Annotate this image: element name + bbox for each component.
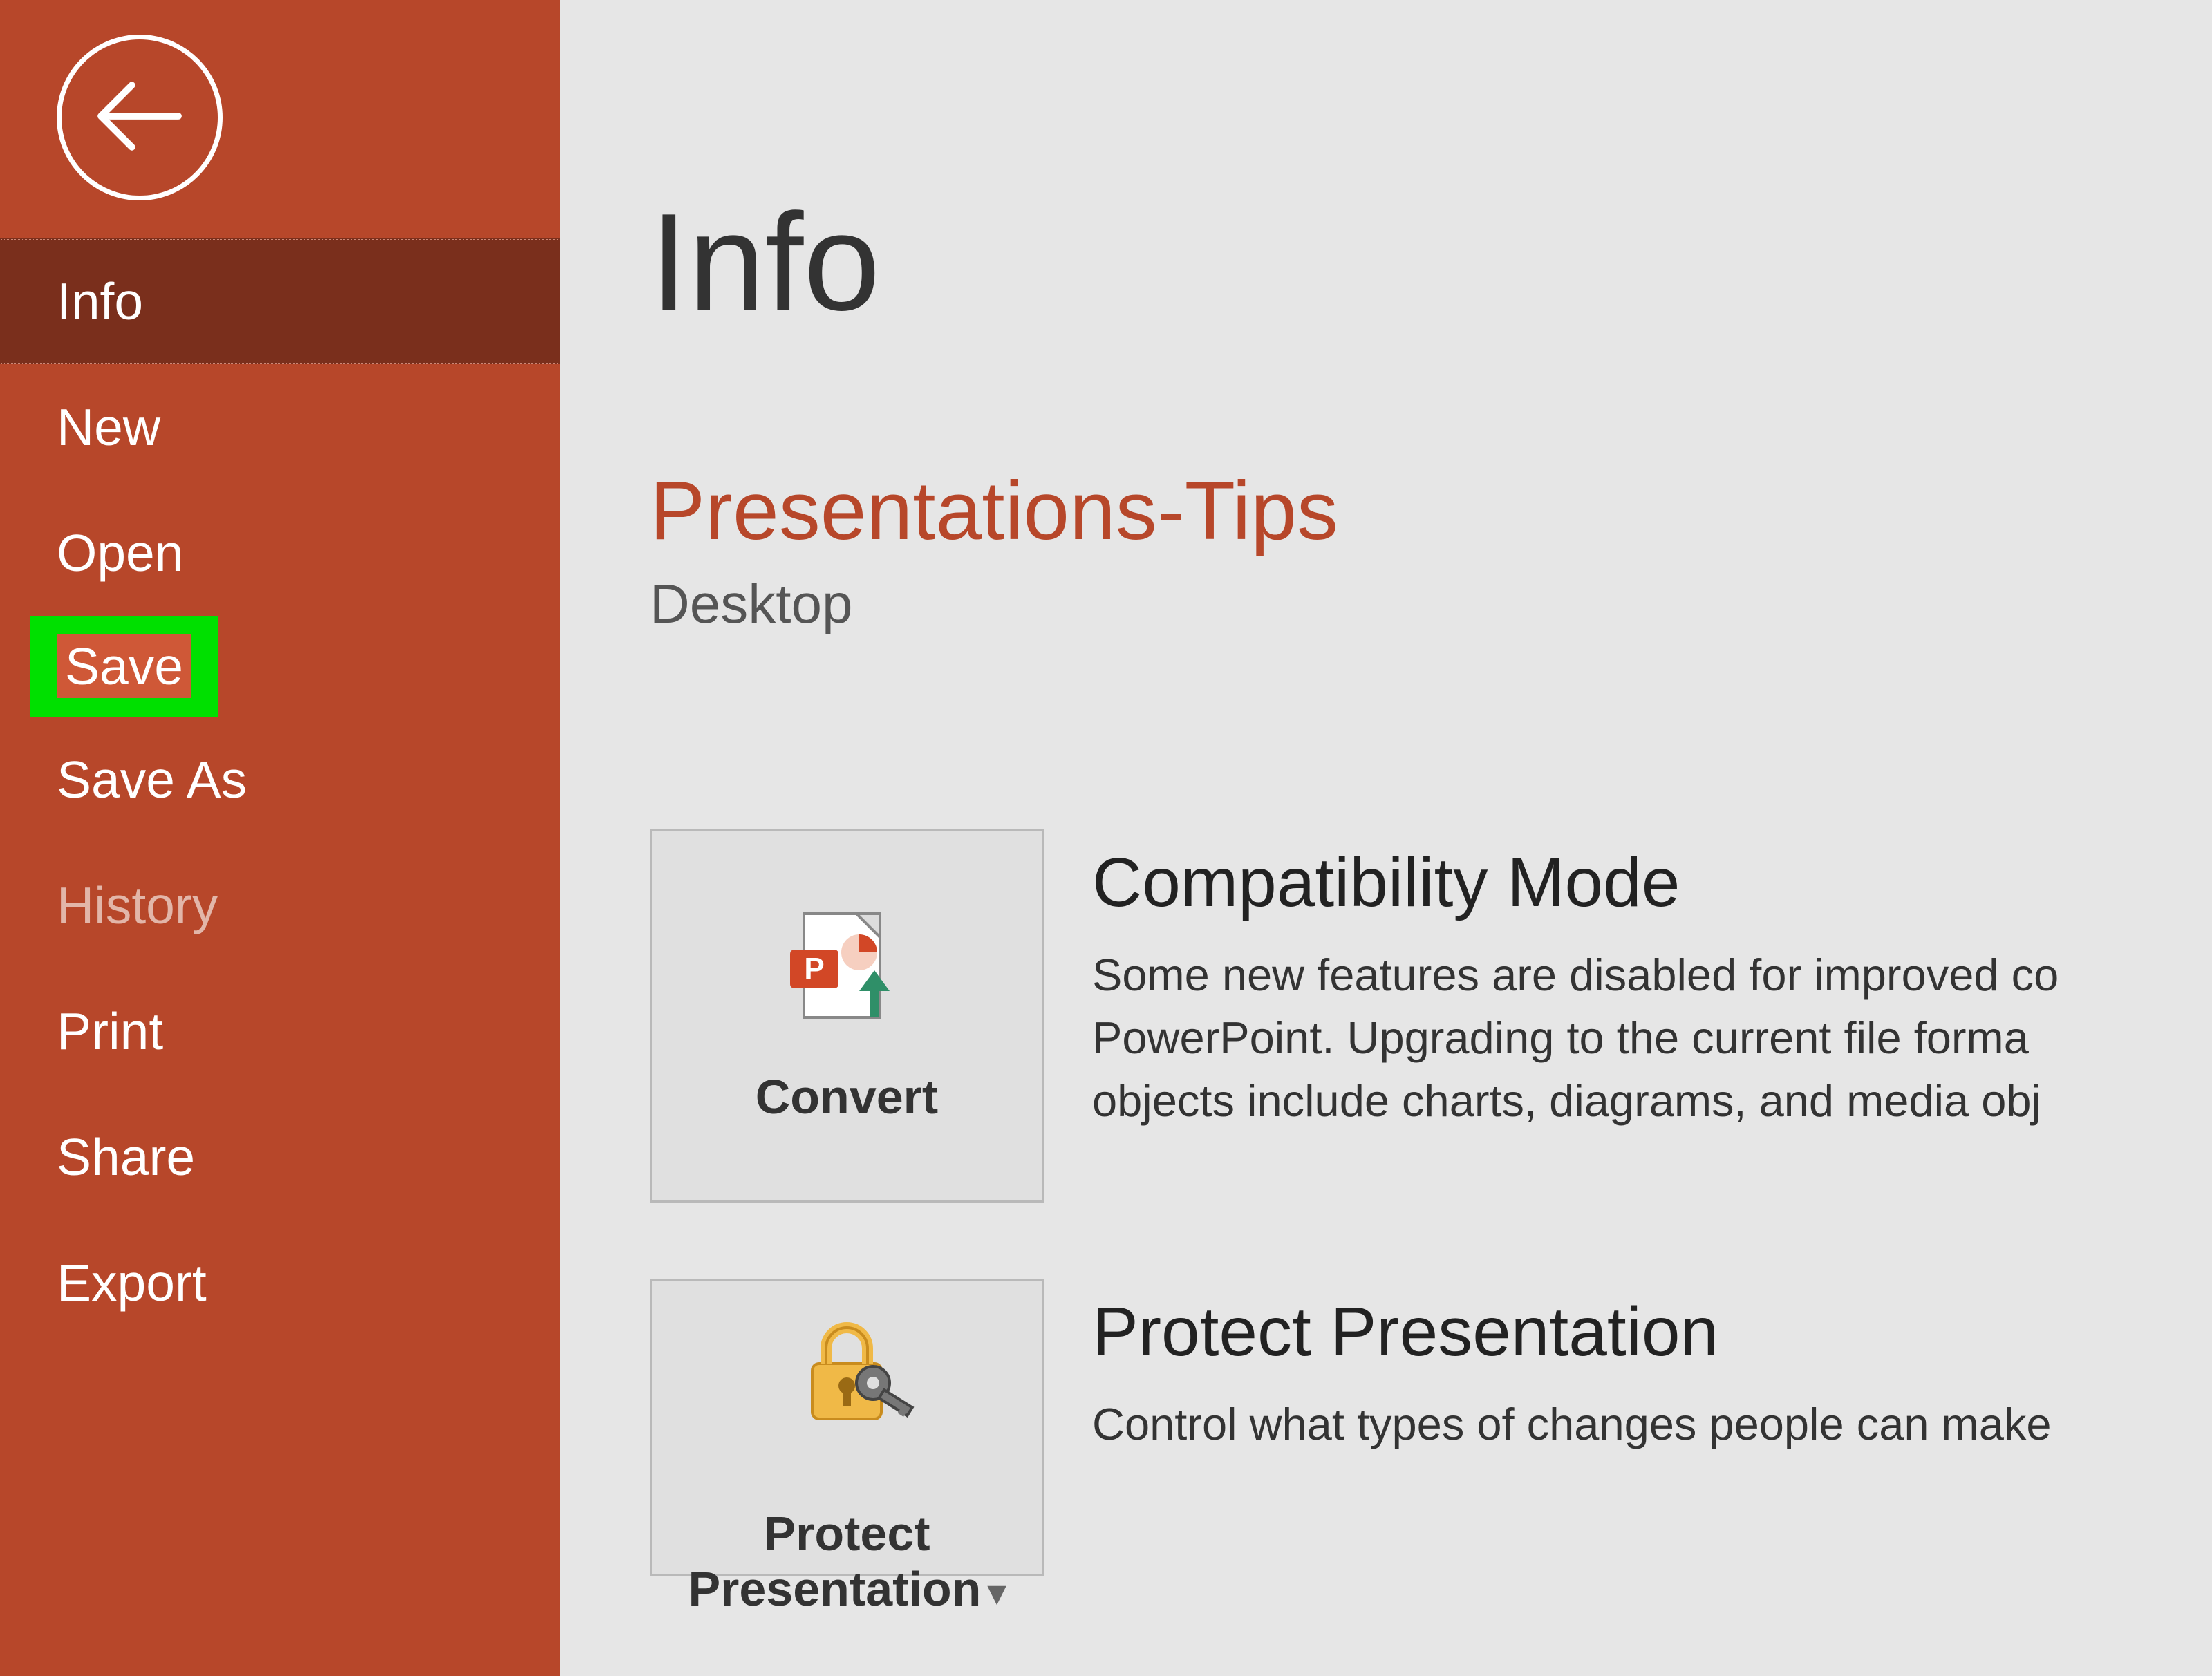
menu-item-history: History (0, 842, 560, 968)
document-title: Presentations-Tips (650, 463, 2212, 558)
backstage-sidebar: Info New Open Save Save As History Print… (0, 0, 560, 1676)
menu-item-export[interactable]: Export (0, 1220, 560, 1346)
chevron-down-icon: ▾ (988, 1573, 1005, 1612)
svg-text:P: P (804, 952, 824, 986)
protect-button-label: Protect Presentation▾ (688, 1450, 1005, 1617)
save-highlight-box: Save (30, 616, 218, 717)
compatibility-desc-2: PowerPoint. Upgrading to the current fil… (1092, 1006, 2212, 1069)
convert-button-label: Convert (756, 1069, 938, 1125)
menu-item-save-as[interactable]: Save As (0, 717, 560, 842)
section-protect: Protect Presentation▾ Protect Presentati… (650, 1279, 2212, 1576)
menu-item-new[interactable]: New (0, 364, 560, 490)
back-button[interactable] (57, 35, 223, 200)
section-compatibility: P Convert Compatibility Mode Some new fe… (650, 829, 2212, 1203)
protect-text: Protect Presentation Control what types … (1092, 1279, 2212, 1456)
protect-heading: Protect Presentation (1092, 1292, 2212, 1372)
backstage-view: Info New Open Save Save As History Print… (0, 0, 2212, 1676)
menu-item-info[interactable]: Info (0, 238, 560, 364)
compatibility-heading: Compatibility Mode (1092, 843, 2212, 923)
compatibility-desc-1: Some new features are disabled for impro… (1092, 943, 2212, 1006)
document-location: Desktop (650, 572, 2212, 636)
backstage-menu: Info New Open Save Save As History Print… (0, 238, 560, 1346)
lock-key-icon (778, 1308, 916, 1429)
convert-file-icon: P (778, 907, 916, 1035)
compatibility-desc-3: objects include charts, diagrams, and me… (1092, 1069, 2212, 1132)
compatibility-text: Compatibility Mode Some new features are… (1092, 829, 2212, 1132)
menu-item-open[interactable]: Open (0, 490, 560, 616)
page-title: Info (650, 194, 2212, 332)
convert-button[interactable]: P Convert (650, 829, 1044, 1203)
protect-presentation-button[interactable]: Protect Presentation▾ (650, 1279, 1044, 1576)
back-arrow-icon (91, 68, 188, 168)
menu-item-save[interactable]: Save (0, 616, 560, 717)
info-panel: Info Presentations-Tips Desktop P (560, 0, 2212, 1676)
protect-desc-1: Control what types of changes people can… (1092, 1393, 2212, 1456)
menu-item-print[interactable]: Print (0, 968, 560, 1094)
menu-item-share[interactable]: Share (0, 1094, 560, 1220)
menu-item-save-label: Save (57, 634, 191, 698)
